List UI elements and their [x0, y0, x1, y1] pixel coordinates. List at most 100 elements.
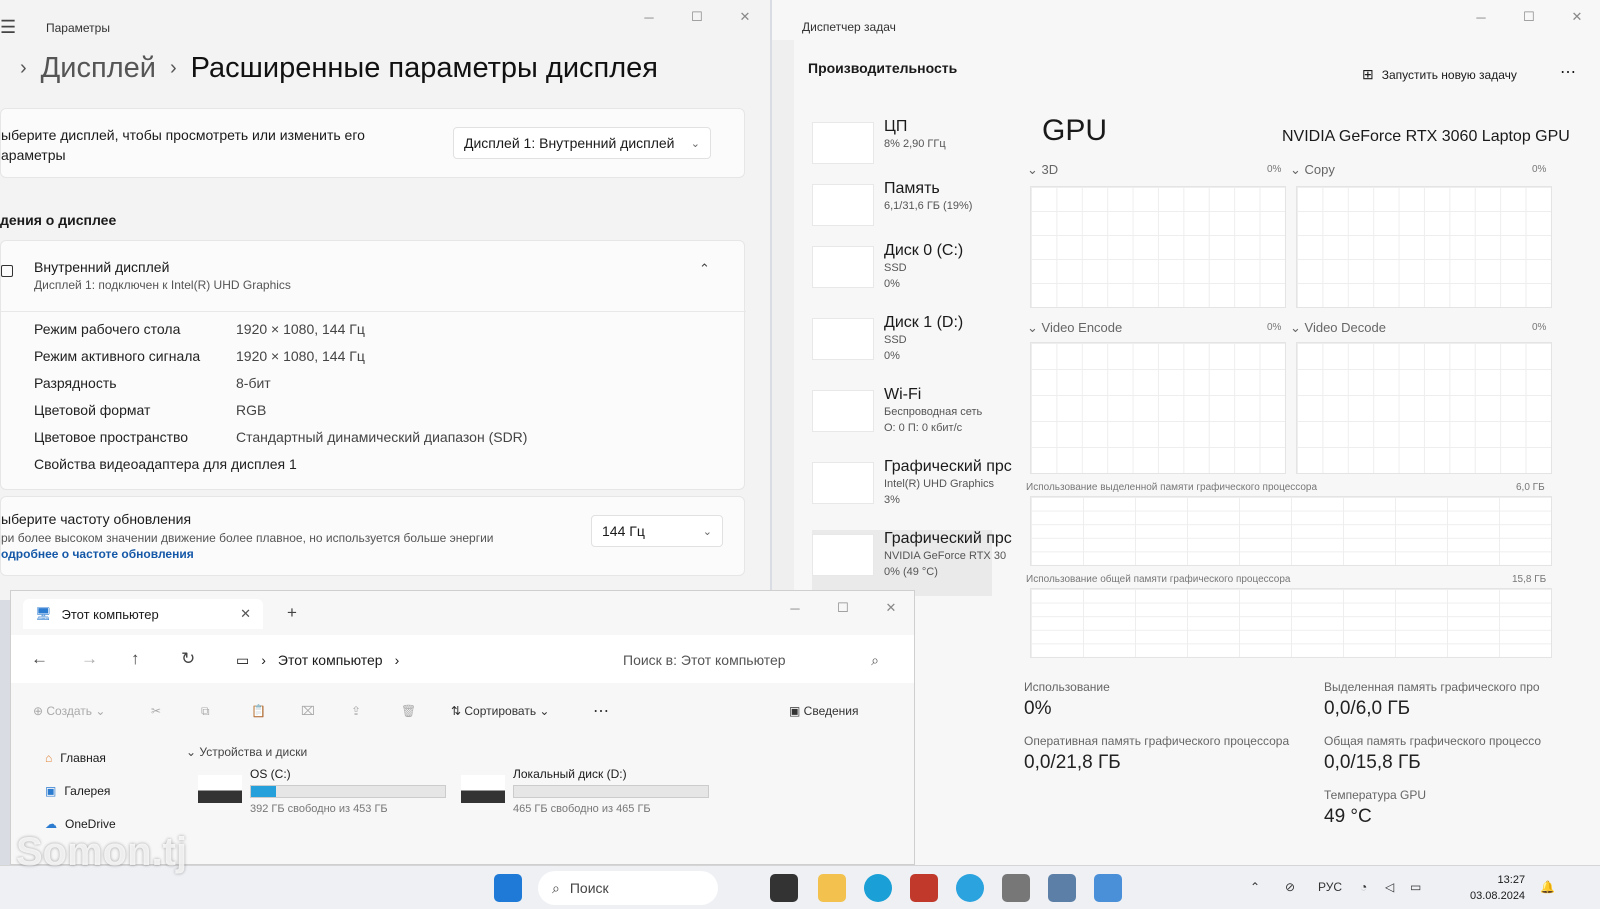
battery-icon[interactable]: ▭	[1410, 880, 1421, 894]
refresh-rate-dropdown[interactable]: 144 Гц ⌄	[591, 515, 723, 547]
path-box[interactable]: ▭ › Этот компьютер ›	[236, 645, 626, 675]
resource-disk1[interactable]: Диск 1 (D:) SSD 0%	[812, 314, 992, 380]
share-icon[interactable]: ⇪	[351, 704, 361, 718]
clock[interactable]: 13:27 03.08.2024	[1470, 872, 1525, 904]
sidebar-item-gallery[interactable]: ▣ Галерея	[23, 774, 173, 807]
task-manager-icon[interactable]	[1048, 874, 1076, 902]
resource-cpu[interactable]: ЦП 8% 2,90 ГГц	[812, 118, 992, 184]
details-button[interactable]: ▣ Сведения	[789, 704, 859, 718]
date: 03.08.2024	[1470, 890, 1526, 902]
memory-thumbnail	[812, 184, 874, 226]
paste-icon[interactable]: 📋	[251, 704, 266, 718]
delete-icon[interactable]: 🗑	[401, 704, 416, 718]
chevron-right-icon: ›	[261, 652, 266, 668]
resource-usage: 3%	[884, 494, 900, 506]
cut-icon[interactable]: ✂	[151, 704, 161, 718]
resource-wifi[interactable]: Wi-Fi Беспроводная сеть О: 0 П: 0 кбит/с	[812, 386, 992, 452]
telegram-icon[interactable]	[956, 874, 984, 902]
network-icon[interactable]: ⊘	[1285, 880, 1295, 894]
drive-d[interactable]: Локальный диск (D:) 465 ГБ свободно из 4…	[461, 767, 721, 817]
graph-video-decode	[1296, 342, 1552, 474]
resource-disk0[interactable]: Диск 0 (C:) SSD 0%	[812, 242, 992, 308]
file-explorer-icon[interactable]	[818, 874, 846, 902]
windows-drive-icon	[198, 775, 242, 803]
up-icon[interactable]: ↑	[131, 649, 140, 669]
wifi-icon[interactable]: ◔	[1360, 880, 1367, 894]
rename-icon[interactable]: ⌧	[301, 704, 315, 718]
page-title: Расширенные параметры дисплея	[190, 52, 659, 84]
copy-icon[interactable]: ⧉	[201, 704, 210, 719]
select-display-text: ыберите дисплей, чтобы просмотреть или и…	[1, 127, 365, 143]
maximize-button[interactable]: ☐	[673, 0, 721, 34]
engine-pct: 0%	[1532, 164, 1547, 175]
taskbar: ⌕ Поиск ⌃ ⊘ РУС ◔ ◁ ▭ 13:27 03.08.2024 🔔	[0, 865, 1600, 909]
edge-icon[interactable]	[864, 874, 892, 902]
taskbar-search[interactable]: ⌕ Поиск	[538, 871, 718, 905]
breadcrumb-display[interactable]: Дисплей	[41, 52, 156, 85]
tab-this-pc[interactable]: 🖥 Этот компьютер ✕	[23, 599, 263, 629]
resource-gpu1-selected[interactable]: Графический прс NVIDIA GeForce RTX 30 0%…	[812, 530, 1012, 596]
start-button[interactable]	[494, 874, 522, 902]
engine-3d-label[interactable]: ⌄ 3D	[1027, 162, 1058, 178]
engine-encode-label[interactable]: ⌄ Video Encode	[1027, 320, 1122, 336]
snipping-tool-icon[interactable]	[1094, 874, 1122, 902]
group-header[interactable]: ⌄ Устройства и диски	[186, 745, 307, 759]
resource-name: Диск 1 (D:)	[884, 314, 964, 331]
close-button[interactable]: ✕	[721, 0, 769, 34]
minimize-button[interactable]: ─	[625, 0, 673, 34]
close-tab-icon[interactable]: ✕	[240, 606, 251, 622]
sidebar-item-home[interactable]: ⌂ Главная	[23, 741, 173, 774]
search-input[interactable]: Поиск в: Этот компьютер ⌕	[611, 645, 891, 675]
create-button[interactable]: ⊕ Создать ⌄	[33, 704, 105, 718]
app-icon[interactable]	[910, 874, 938, 902]
disk-thumbnail	[812, 246, 874, 288]
new-tab-button[interactable]: +	[287, 603, 297, 623]
hamburger-menu-icon[interactable]: ☰	[0, 17, 16, 38]
resource-gpu0[interactable]: Графический прс Intel(R) UHD Graphics 3%	[812, 458, 1012, 524]
back-icon[interactable]: ←	[31, 649, 48, 669]
dedicated-memory-max: 6,0 ГБ	[1516, 482, 1545, 493]
resource-memory[interactable]: Память 6,1/31,6 ГБ (19%)	[812, 180, 992, 246]
forward-icon[interactable]: →	[81, 649, 98, 669]
close-button[interactable]: ✕	[867, 591, 914, 625]
maximize-button[interactable]: ☐	[819, 591, 867, 625]
resource-detail: NVIDIA GeForce RTX 30	[884, 550, 1007, 562]
language-indicator[interactable]: РУС	[1318, 880, 1342, 894]
task-view-icon[interactable]	[770, 874, 798, 902]
engine-copy-label[interactable]: ⌄ Copy	[1290, 162, 1335, 178]
breadcrumb: › Дисплей › Расширенные параметры диспле…	[20, 52, 658, 85]
display-dropdown[interactable]: Дисплей 1: Внутренний дисплей ⌄	[453, 127, 711, 159]
more-icon[interactable]: ⋯	[593, 701, 609, 721]
refresh-icon[interactable]: ↻	[181, 649, 195, 669]
chevron-up-icon[interactable]: ⌃	[1250, 880, 1260, 894]
sort-button[interactable]: ⇅ Сортировать ⌄	[451, 704, 549, 718]
adapter-properties-link[interactable]: Свойства видеоадаптера для дисплея 1	[34, 456, 297, 472]
notification-bell-icon[interactable]: 🔔	[1540, 880, 1555, 894]
resource-usage: 0% (49 °C)	[884, 566, 938, 578]
refresh-learn-more-link[interactable]: одробнее о частоте обновления	[1, 547, 194, 561]
section-title: дения о дисплее	[0, 212, 117, 228]
minimize-button[interactable]: ─	[771, 591, 819, 625]
more-options-icon[interactable]: ⋯	[1560, 62, 1576, 82]
engine-decode-label[interactable]: ⌄ Video Decode	[1290, 320, 1386, 336]
prop-label: Цветовой формат	[34, 402, 151, 418]
run-new-task-button[interactable]: ⊞ Запустить новую задачу	[1362, 66, 1517, 83]
drive-c[interactable]: OS (C:) 392 ГБ свободно из 453 ГБ	[198, 767, 458, 817]
resource-detail: SSD	[884, 262, 907, 274]
maximize-button[interactable]: ☐	[1505, 0, 1553, 34]
stat-label: Выделенная память графического про	[1324, 680, 1540, 694]
close-button[interactable]: ✕	[1553, 0, 1600, 34]
collapse-icon[interactable]: ⌃	[699, 261, 710, 277]
path-segment[interactable]: Этот компьютер	[278, 652, 383, 668]
prop-value: RGB	[236, 402, 267, 418]
drive-usage-bar	[250, 785, 446, 798]
settings-gear-icon[interactable]	[1002, 874, 1030, 902]
prop-label: Цветовое пространство	[34, 429, 189, 445]
chevron-down-icon: ⌄	[702, 525, 712, 538]
prop-label: Режим рабочего стола	[34, 321, 181, 337]
volume-icon[interactable]: ◁	[1385, 880, 1394, 894]
resource-detail: Беспроводная сеть	[884, 406, 983, 418]
engine-pct: 0%	[1267, 322, 1282, 333]
wifi-thumbnail	[812, 390, 874, 432]
minimize-button[interactable]: ─	[1457, 0, 1505, 34]
